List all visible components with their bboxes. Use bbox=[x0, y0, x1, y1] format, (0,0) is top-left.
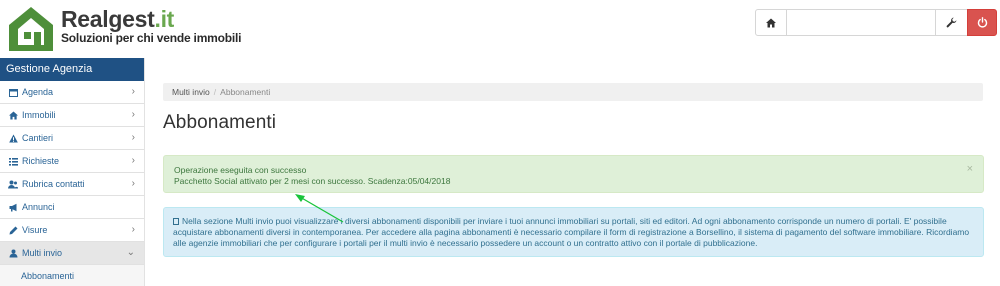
home-icon bbox=[8, 110, 18, 120]
sidebar-item-label: Immobili bbox=[22, 110, 56, 120]
brand-title: Realgest.it bbox=[61, 6, 175, 32]
sidebar-item-annunci[interactable]: Annunci bbox=[0, 196, 144, 219]
sidebar-item-visure[interactable]: Visure › bbox=[0, 219, 144, 242]
user-upload-icon bbox=[8, 248, 18, 258]
chevron-right-icon: › bbox=[131, 132, 135, 143]
settings-button[interactable] bbox=[935, 9, 967, 36]
calendar-icon bbox=[8, 87, 18, 97]
warning-icon bbox=[8, 133, 18, 143]
users-icon bbox=[8, 179, 18, 189]
pencil-icon bbox=[8, 225, 18, 235]
chevron-right-icon: › bbox=[131, 178, 135, 189]
chevron-down-icon: ⌄ bbox=[126, 247, 135, 258]
brand[interactable]: Realgest.it Soluzioni per chi vende immo… bbox=[61, 6, 242, 46]
sidebar-item-rubrica-contatti[interactable]: Rubrica contatti › bbox=[0, 173, 144, 196]
logout-button[interactable] bbox=[967, 9, 997, 36]
main-content: Multi invio / Abbonamenti Abbonamenti Oper… bbox=[145, 58, 1000, 286]
search-input[interactable] bbox=[787, 9, 935, 36]
chevron-right-icon: › bbox=[131, 109, 135, 120]
success-alert-title: Operazione eseguita con successo bbox=[174, 165, 307, 175]
close-icon[interactable]: × bbox=[967, 164, 973, 175]
info-alert-text: Nella sezione Multi invio puoi visualizz… bbox=[173, 216, 970, 248]
brand-subtitle: Soluzioni per chi vende immobili bbox=[61, 31, 242, 45]
info-alert: Nella sezione Multi invio puoi visualizz… bbox=[163, 207, 984, 257]
list-icon bbox=[8, 156, 18, 166]
home-icon bbox=[766, 18, 776, 27]
page-title: Abbonamenti bbox=[163, 112, 277, 133]
sidebar-header: Gestione Agenzia bbox=[0, 58, 144, 81]
breadcrumb-separator: / bbox=[213, 87, 217, 97]
home-button[interactable] bbox=[755, 9, 787, 36]
breadcrumb-current: Abbonamenti bbox=[220, 87, 271, 97]
sidebar-item-label: Agenda bbox=[22, 87, 54, 97]
success-alert: Operazione eseguita con successo Pacchet… bbox=[163, 155, 984, 193]
chevron-right-icon: › bbox=[131, 155, 135, 166]
sidebar-item-agenda[interactable]: Agenda › bbox=[0, 81, 144, 104]
megaphone-icon bbox=[8, 202, 18, 212]
app-header: Realgest.it Soluzioni per chi vende immo… bbox=[0, 0, 1000, 58]
success-alert-message: Pacchetto Social attivato per 2 mesi con… bbox=[174, 176, 451, 186]
power-icon bbox=[977, 17, 987, 28]
sidebar-item-label: Cantieri bbox=[22, 133, 54, 143]
sidebar-item-richieste[interactable]: Richieste › bbox=[0, 150, 144, 173]
section-heading-cropped bbox=[163, 278, 363, 286]
sidebar: Gestione Agenzia Agenda › Immobili › Can… bbox=[0, 58, 145, 286]
sidebar-item-label: Richieste bbox=[22, 156, 60, 166]
top-toolbar bbox=[755, 9, 997, 36]
logo-house-icon bbox=[9, 7, 53, 51]
sidebar-item-label: Visure bbox=[22, 225, 48, 235]
breadcrumb-link-multi-invio[interactable]: Multi invio bbox=[172, 87, 210, 97]
sidebar-subitem-abbonamenti[interactable]: Abbonamenti bbox=[0, 265, 144, 286]
sidebar-item-label: Multi invio bbox=[22, 248, 63, 258]
chevron-right-icon: › bbox=[131, 224, 135, 235]
sidebar-item-label: Rubrica contatti bbox=[22, 179, 85, 189]
chevron-right-icon: › bbox=[131, 86, 135, 97]
sidebar-item-multi-invio[interactable]: Multi invio ⌄ bbox=[0, 242, 144, 265]
info-icon bbox=[173, 218, 179, 225]
sidebar-item-immobili[interactable]: Immobili › bbox=[0, 104, 144, 127]
sidebar-item-label: Annunci bbox=[22, 202, 55, 212]
breadcrumb: Multi invio / Abbonamenti bbox=[163, 83, 983, 101]
sidebar-item-cantieri[interactable]: Cantieri › bbox=[0, 127, 144, 150]
wrench-icon bbox=[946, 17, 957, 28]
